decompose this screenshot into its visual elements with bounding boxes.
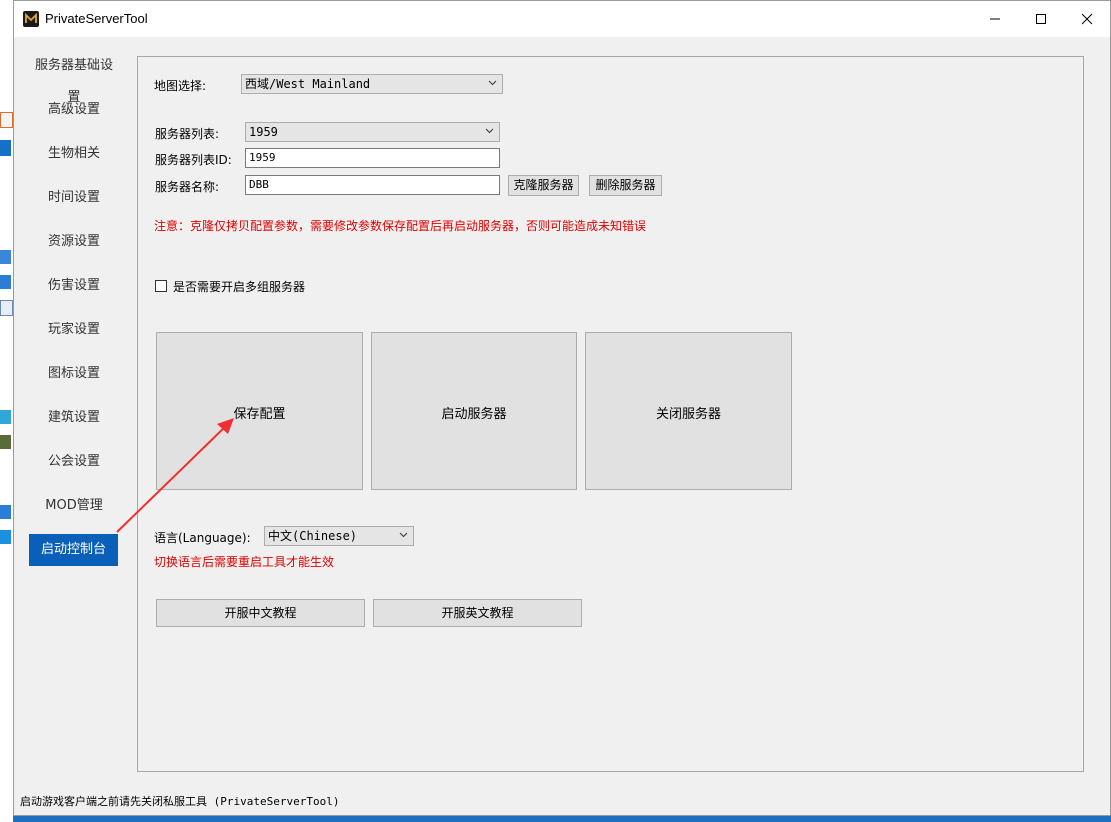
- chevron-down-icon: [485, 128, 494, 134]
- sidebar-item-building[interactable]: 建筑设置: [29, 402, 119, 434]
- sidebar-item-creature[interactable]: 生物相关: [29, 138, 119, 170]
- language-select[interactable]: 中文(Chinese): [264, 526, 414, 546]
- language-hint: 切换语言后需要重启工具才能生效: [154, 555, 335, 569]
- close-icon: [1081, 13, 1093, 25]
- maximize-icon: [1036, 14, 1046, 24]
- server-list-label: 服务器列表:: [155, 127, 220, 141]
- title-bar: PrivateServerTool: [14, 1, 1110, 37]
- multi-server-label: 是否需要开启多组服务器: [173, 280, 306, 294]
- chevron-down-icon: [399, 532, 408, 538]
- desktop-cube-icon: [0, 410, 11, 424]
- sidebar-item-damage[interactable]: 伤害设置: [29, 270, 119, 302]
- desktop-music-icon: [0, 530, 11, 544]
- desktop-film-icon: [0, 435, 11, 449]
- desktop-download-icon-2: [0, 505, 11, 519]
- console-panel: 地图选择: 西域/West Mainland 服务器列表: 1959 服务器列表…: [137, 56, 1084, 772]
- desktop-monitor-icon: [0, 250, 11, 264]
- map-select-value: 西域/West Mainland: [245, 77, 371, 91]
- sidebar-item-icon[interactable]: 图标设置: [29, 358, 119, 390]
- server-name-input[interactable]: DBB: [245, 175, 500, 195]
- close-button[interactable]: [1064, 1, 1110, 37]
- desktop-download-icon: [0, 275, 11, 289]
- sidebar-item-player[interactable]: 玩家设置: [29, 314, 119, 346]
- server-name-label: 服务器名称:: [155, 180, 220, 194]
- start-server-button[interactable]: 启动服务器: [371, 332, 577, 490]
- sidebar-nav: 服务器基础设置 高级设置 生物相关 时间设置 资源设置 伤害设置 玩家设置 图标…: [14, 43, 132, 583]
- m-logo-icon: [23, 11, 39, 27]
- window-title: PrivateServerTool: [45, 11, 148, 26]
- sidebar-item-guild[interactable]: 公会设置: [29, 446, 119, 478]
- sidebar-item-advanced[interactable]: 高级设置: [29, 94, 119, 126]
- server-list-select[interactable]: 1959: [245, 122, 500, 142]
- minimize-icon: [990, 18, 1000, 20]
- server-list-id-input[interactable]: 1959: [245, 148, 500, 168]
- status-bar: 启动游戏客户端之前请先关闭私服工具 (PrivateServerTool): [20, 795, 340, 808]
- save-config-label: 保存配置: [233, 407, 286, 422]
- server-list-id-label: 服务器列表ID:: [155, 153, 232, 167]
- save-config-button[interactable]: 保存配置: [156, 332, 363, 490]
- sidebar-item-mod[interactable]: MOD管理: [29, 490, 119, 522]
- desktop-panel-icon: [0, 140, 11, 156]
- tutorial-en-button[interactable]: 开服英文教程: [373, 599, 582, 627]
- desktop-document-icon: [0, 300, 13, 316]
- desktop-background: [0, 0, 13, 822]
- stop-server-button[interactable]: 关闭服务器: [585, 332, 792, 490]
- sidebar-item-console[interactable]: 启动控制台: [29, 534, 118, 566]
- desktop-file-icon: [0, 112, 13, 128]
- sidebar-item-basic[interactable]: 服务器基础设置: [29, 50, 119, 105]
- delete-server-button[interactable]: 删除服务器: [589, 175, 662, 196]
- sidebar-item-time[interactable]: 时间设置: [29, 182, 119, 214]
- language-label: 语言(Language):: [154, 531, 251, 545]
- stop-server-label: 关闭服务器: [655, 407, 721, 422]
- clone-notice: 注意：克隆仅拷贝配置参数，需要修改参数保存配置后再启动服务器，否则可能造成未知错…: [154, 219, 647, 233]
- language-value: 中文(Chinese): [268, 529, 358, 543]
- server-list-value: 1959: [249, 125, 278, 139]
- multi-server-checkbox[interactable]: [155, 280, 167, 292]
- sidebar-item-resource[interactable]: 资源设置: [29, 226, 119, 258]
- main-window: PrivateServerTool 服务器基础设置 高级设置 生物相关 时间设置…: [13, 0, 1111, 816]
- tutorial-cn-button[interactable]: 开服中文教程: [156, 599, 365, 627]
- clone-server-button[interactable]: 克隆服务器: [508, 175, 579, 196]
- maximize-button[interactable]: [1018, 1, 1064, 37]
- map-select[interactable]: 西域/West Mainland: [241, 74, 503, 94]
- chevron-down-icon: [488, 80, 497, 86]
- minimize-button[interactable]: [972, 1, 1018, 37]
- map-label: 地图选择:: [154, 79, 207, 93]
- start-server-label: 启动服务器: [441, 407, 507, 422]
